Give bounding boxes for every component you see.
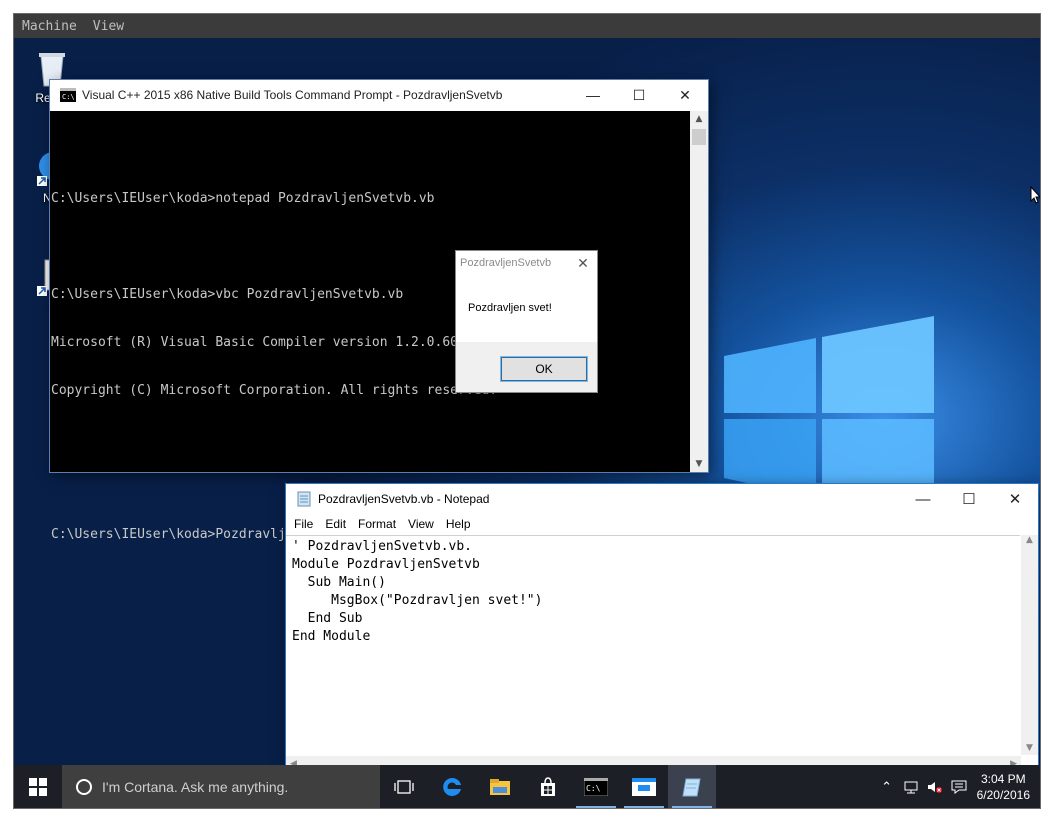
taskbar-notepad[interactable] — [668, 765, 716, 808]
desktop: Recyc Nig e C:\ — [14, 38, 1040, 765]
cortana-icon — [76, 778, 92, 795]
taskbar-edge[interactable] — [428, 765, 476, 808]
edge-icon — [443, 777, 461, 796]
chevron-up-icon[interactable]: ⌃ — [875, 765, 899, 808]
msgbox-message: Pozdravljen svet! — [468, 302, 552, 314]
scroll-up-icon[interactable]: ▲ — [690, 111, 708, 127]
notepad-text-area[interactable]: ' PozdravljenSvetvb.vb. Module Pozdravlj… — [286, 535, 1020, 755]
search-placeholder: I'm Cortana. Ask me anything. — [102, 778, 289, 795]
cmd-window[interactable]: C:\ Visual C++ 2015 x86 Native Build Too… — [50, 80, 708, 542]
scroll-down-icon[interactable]: ▼ — [690, 456, 708, 472]
vm-menu-view[interactable]: View — [85, 19, 132, 34]
cmd-titlebar[interactable]: C:\ Visual C++ 2015 x86 Native Build Too… — [50, 80, 708, 110]
msgbox-title: PozdravljenSvetvb — [460, 257, 552, 269]
file-explorer-icon — [490, 778, 510, 795]
msgbox-titlebar[interactable]: PozdravljenSvetvb ✕ — [456, 251, 597, 275]
scrollbar-thumb[interactable] — [692, 129, 706, 145]
cmd-icon: C:\ — [60, 88, 76, 102]
notepad-vertical-scrollbar[interactable]: ▲ ▼ — [1021, 535, 1038, 755]
vm-window: Machine View Recyc Nig — [14, 14, 1040, 808]
task-view-icon — [394, 779, 414, 794]
scroll-up-icon[interactable]: ▲ — [1021, 535, 1038, 545]
windows-logo-wallpaper — [724, 316, 934, 508]
maximize-button[interactable]: ☐ — [616, 80, 662, 110]
cmd-title: Visual C++ 2015 x86 Native Build Tools C… — [82, 88, 503, 102]
start-button[interactable] — [14, 765, 62, 808]
cortana-search-box[interactable]: I'm Cortana. Ask me anything. — [62, 765, 380, 808]
svg-text:C:\: C:\ — [62, 93, 75, 101]
volume-muted-icon[interactable] — [923, 765, 947, 808]
notepad-title: PozdravljenSvetvb.vb - Notepad — [318, 492, 490, 506]
cmd-scrollbar[interactable]: ▲ ▼ — [690, 111, 708, 472]
console-line: C:\Users\IEUser\koda>notepad Pozdravljen… — [51, 191, 435, 206]
taskbar-store[interactable] — [524, 765, 572, 808]
vm-menu-machine[interactable]: Machine — [14, 19, 85, 34]
msgbox-app-icon — [632, 777, 656, 796]
task-view-button[interactable] — [380, 765, 428, 808]
taskbar-file-explorer[interactable] — [476, 765, 524, 808]
menu-help[interactable]: Help — [440, 517, 477, 531]
ok-button[interactable]: OK — [500, 356, 588, 382]
menu-format[interactable]: Format — [352, 517, 402, 531]
menu-edit[interactable]: Edit — [319, 517, 352, 531]
minimize-button[interactable]: — — [900, 484, 946, 514]
notepad-menubar: File Edit Format View Help — [286, 514, 1038, 534]
notepad-horizontal-scrollbar[interactable]: ◀ ▶ — [286, 756, 1021, 765]
system-tray: ⌃ 3:04 PM 6/20/2016 — [875, 765, 1040, 808]
clock-time: 3:04 PM — [980, 771, 1026, 786]
minimize-button[interactable]: — — [570, 80, 616, 110]
maximize-button[interactable]: ☐ — [946, 484, 992, 514]
notifications-icon[interactable] — [947, 765, 971, 808]
vm-menubar: Machine View — [14, 14, 1040, 38]
cmd-icon: C:\ — [584, 777, 608, 796]
svg-text:C:\: C:\ — [586, 784, 601, 793]
clock[interactable]: 3:04 PM 6/20/2016 — [971, 771, 1040, 803]
mouse-cursor-icon — [1030, 186, 1040, 204]
taskbar: I'm Cortana. Ask me anything. C:\ ⌃ 3:04… — [14, 765, 1040, 808]
notepad-window[interactable]: PozdravljenSvetvb.vb - Notepad — ☐ ✕ Fil… — [286, 484, 1038, 765]
windows-start-icon — [29, 777, 47, 796]
taskbar-msgbox-app[interactable] — [620, 765, 668, 808]
network-icon[interactable] — [899, 765, 923, 808]
scroll-down-icon[interactable]: ▼ — [1021, 743, 1038, 753]
clock-date: 6/20/2016 — [976, 787, 1030, 802]
message-box[interactable]: PozdravljenSvetvb ✕ Pozdravljen svet! OK — [455, 250, 598, 393]
notepad-titlebar[interactable]: PozdravljenSvetvb.vb - Notepad — ☐ ✕ — [286, 484, 1038, 514]
msgbox-footer: OK — [456, 342, 597, 392]
close-button[interactable]: ✕ — [992, 484, 1038, 514]
notepad-icon — [297, 491, 311, 507]
store-icon — [541, 776, 555, 796]
notepad-icon — [682, 778, 701, 796]
taskbar-cmd[interactable]: C:\ — [572, 765, 620, 808]
menu-view[interactable]: View — [402, 517, 440, 531]
menu-file[interactable]: File — [288, 517, 319, 531]
close-button[interactable]: ✕ — [662, 80, 708, 110]
close-button[interactable]: ✕ — [569, 251, 597, 275]
